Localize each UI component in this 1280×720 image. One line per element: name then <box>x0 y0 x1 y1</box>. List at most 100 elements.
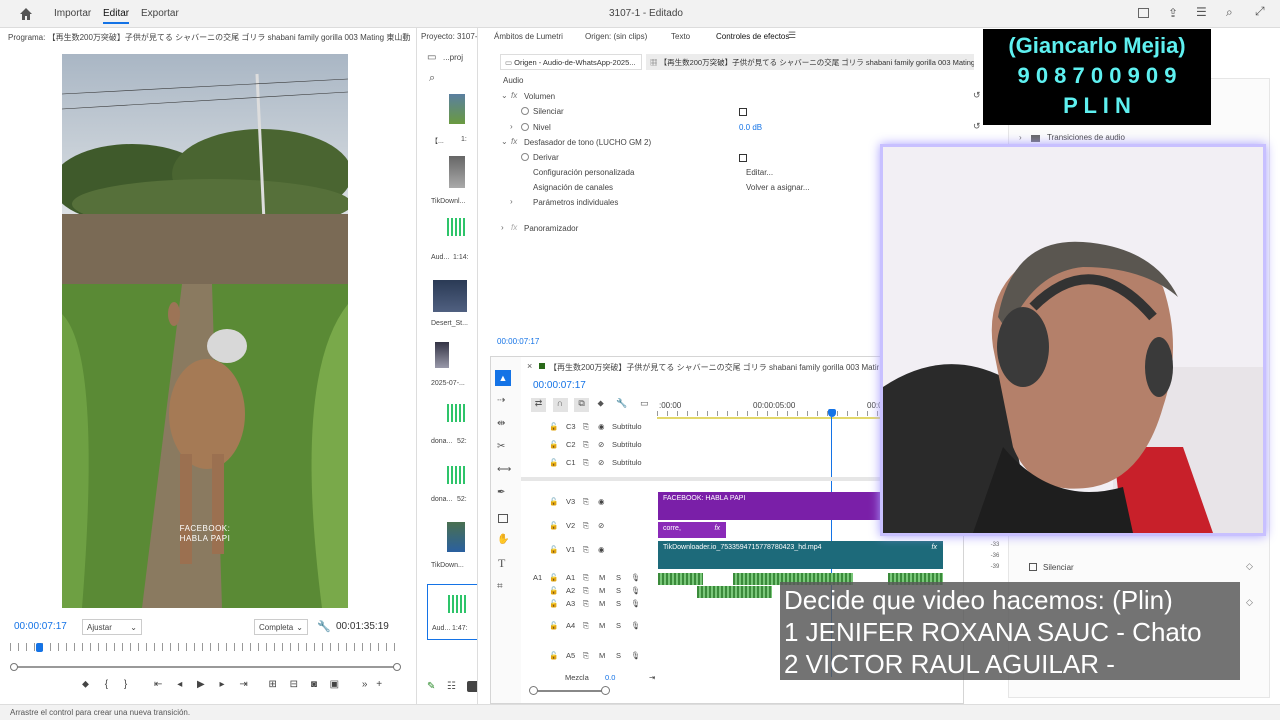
sync-icon[interactable]: ⎘ <box>583 545 589 555</box>
track-select-icon[interactable]: ⇢ <box>497 395 505 406</box>
track-header-a3[interactable]: 🔓 A3 ⎘ M S 🎙 <box>531 599 661 621</box>
rectangle-icon[interactable] <box>498 514 508 523</box>
silenciar-checkbox-right[interactable] <box>1029 563 1037 571</box>
microphone-icon[interactable]: 🎙 <box>631 621 641 630</box>
lock-icon[interactable]: 🔓 <box>549 458 558 467</box>
reset-icon[interactable]: ↺ <box>973 90 981 101</box>
chevron-right-icon[interactable]: › <box>510 197 513 206</box>
lock-icon[interactable]: 🔓 <box>549 586 558 595</box>
solo-toggle[interactable]: S <box>616 599 621 608</box>
source-tab-clip[interactable]: ▦ 【再生数200万突破】子供が見てる シャバーニの交尾 ゴリラ shabani… <box>646 54 974 70</box>
project-item[interactable]: 【... 1: <box>425 94 475 156</box>
zoom-handle-left[interactable] <box>10 663 18 671</box>
timeline-playhead[interactable] <box>828 409 836 417</box>
stopwatch-icon[interactable] <box>521 153 529 161</box>
microphone-icon[interactable]: 🎙 <box>631 573 641 582</box>
solo-toggle[interactable]: S <box>616 651 621 660</box>
stopwatch-icon[interactable] <box>521 123 529 131</box>
mute-toggle[interactable]: M <box>599 586 605 595</box>
sync-icon[interactable]: ⎘ <box>583 599 589 609</box>
lock-icon[interactable]: 🔓 <box>549 599 558 608</box>
extract-icon[interactable]: ⊟ <box>290 679 298 690</box>
mute-toggle[interactable]: M <box>599 573 605 582</box>
lock-icon[interactable]: 🔓 <box>549 545 558 554</box>
project-item[interactable]: TikDownl... <box>425 156 475 218</box>
go-to-out-icon[interactable]: ⇥ <box>239 679 247 690</box>
track-header-a1[interactable]: 🔓 A1 ⎘ M S 🎙 <box>531 573 661 586</box>
silenciar-checkbox[interactable] <box>739 108 747 116</box>
eye-icon[interactable]: ◉ <box>598 497 605 506</box>
tab-controles-efectos[interactable]: Controles de efectos <box>716 32 789 41</box>
audio-clip-a2[interactable] <box>697 586 772 598</box>
effects-timecode[interactable]: 00:00:07:17 <box>497 337 539 346</box>
derivar-checkbox[interactable] <box>739 154 747 162</box>
project-item[interactable]: TikDown... <box>425 522 475 584</box>
go-to-in-icon[interactable]: ⇤ <box>154 679 162 690</box>
tab-menu-icon[interactable]: ☰ <box>788 30 796 41</box>
more-icon[interactable]: » <box>362 679 368 690</box>
project-search-icon[interactable]: ⌕ <box>429 72 435 85</box>
mute-toggle[interactable]: M <box>599 599 605 608</box>
fullscreen-icon[interactable]: ⤢ <box>1255 4 1265 19</box>
solo-toggle[interactable]: S <box>616 621 621 630</box>
reset-icon[interactable]: ↺ <box>973 121 981 132</box>
clip-v2-corre[interactable]: corre, fx <box>658 522 726 538</box>
track-header-v3[interactable]: 🔓 V3 ⎘ ◉ <box>531 497 661 521</box>
zoom-handle-right[interactable] <box>393 663 401 671</box>
razor-icon[interactable]: ✂ <box>497 441 505 452</box>
hand-icon[interactable]: ✋ <box>497 534 509 545</box>
mute-toggle[interactable]: M <box>599 651 605 660</box>
mix-track[interactable]: Mezcla 0.0 ⇥ <box>531 673 661 691</box>
sync-icon[interactable]: ⎘ <box>583 586 589 596</box>
volver-asignar-button[interactable]: Volver a asignar... <box>746 183 810 192</box>
mark-in-icon[interactable]: { <box>105 679 108 690</box>
snap-icon[interactable]: ∩ <box>552 398 568 412</box>
step-forward-icon[interactable]: ▸ <box>220 679 225 690</box>
solo-toggle[interactable]: S <box>616 573 621 582</box>
scroll-handle[interactable] <box>529 686 538 695</box>
mute-toggle[interactable]: M <box>599 621 605 630</box>
nivel-value[interactable]: 0.0 dB <box>739 123 762 132</box>
comparison-icon[interactable]: ▣ <box>330 679 339 690</box>
lock-icon[interactable]: 🔓 <box>549 651 558 660</box>
sync-icon[interactable]: ⎘ <box>583 621 589 631</box>
chevron-down-icon[interactable]: ⌄ <box>501 137 508 146</box>
program-ruler[interactable] <box>10 643 402 651</box>
fx-icon[interactable]: fx <box>511 223 517 232</box>
selection-tool-icon[interactable]: ▲ <box>495 370 511 386</box>
lock-icon[interactable]: 🔓 <box>549 621 558 630</box>
track-header-v2[interactable]: 🔓 V2 ⎘ ⊘ <box>531 521 661 545</box>
eye-off-icon[interactable]: ⊘ <box>598 458 604 467</box>
pencil-icon[interactable]: ✎ <box>427 681 435 692</box>
mark-out-icon[interactable]: } <box>124 679 127 690</box>
project-title[interactable]: Proyecto: 3107-1 <box>421 32 477 41</box>
transiciones-audio-label[interactable]: Transiciones de audio <box>1047 133 1125 142</box>
sync-icon[interactable]: ⎘ <box>583 422 589 432</box>
menu-exportar[interactable]: Exportar <box>141 8 179 19</box>
project-item[interactable]: Aud... 1:14: <box>425 218 475 280</box>
audio-clip-a1[interactable] <box>658 573 703 585</box>
sync-icon[interactable]: ⎘ <box>583 651 589 661</box>
export-frame-icon[interactable]: ◙ <box>311 679 317 690</box>
track-header-c2[interactable]: 🔓 C2 ⎘ ⊘ Subtítulo <box>531 440 661 458</box>
add-marker-icon[interactable]: ⬥ <box>82 679 89 690</box>
step-back-icon[interactable]: ◂ <box>177 679 182 690</box>
lift-icon[interactable]: ⊞ <box>268 679 276 690</box>
timeline-scrollbar[interactable] <box>533 690 609 692</box>
fx-icon[interactable]: fx <box>511 137 517 146</box>
editar-button[interactable]: Editar... <box>746 168 773 177</box>
microphone-icon[interactable]: 🎙 <box>631 586 641 595</box>
search-icon[interactable]: ⌕ <box>1226 5 1233 20</box>
quality-dropdown[interactable]: Completa ⌄ <box>254 619 308 635</box>
track-header-c1[interactable]: 🔓 C1 ⎘ ⊘ Subtítulo <box>531 458 661 476</box>
tab-lumetri[interactable]: Ámbitos de Lumetri <box>494 32 563 41</box>
project-item[interactable]: dona... 52: <box>425 466 475 522</box>
pen-icon[interactable]: ✒ <box>497 487 505 498</box>
menu-icon[interactable]: ☰ <box>1196 5 1207 19</box>
eye-icon[interactable]: ◉ <box>598 422 605 431</box>
scroll-handle[interactable] <box>601 686 610 695</box>
lock-icon[interactable]: 🔓 <box>549 440 558 449</box>
sync-icon[interactable]: ⎘ <box>583 497 589 507</box>
lock-icon[interactable]: 🔓 <box>549 497 558 506</box>
project-item[interactable]: 2025-07-... <box>425 342 475 404</box>
